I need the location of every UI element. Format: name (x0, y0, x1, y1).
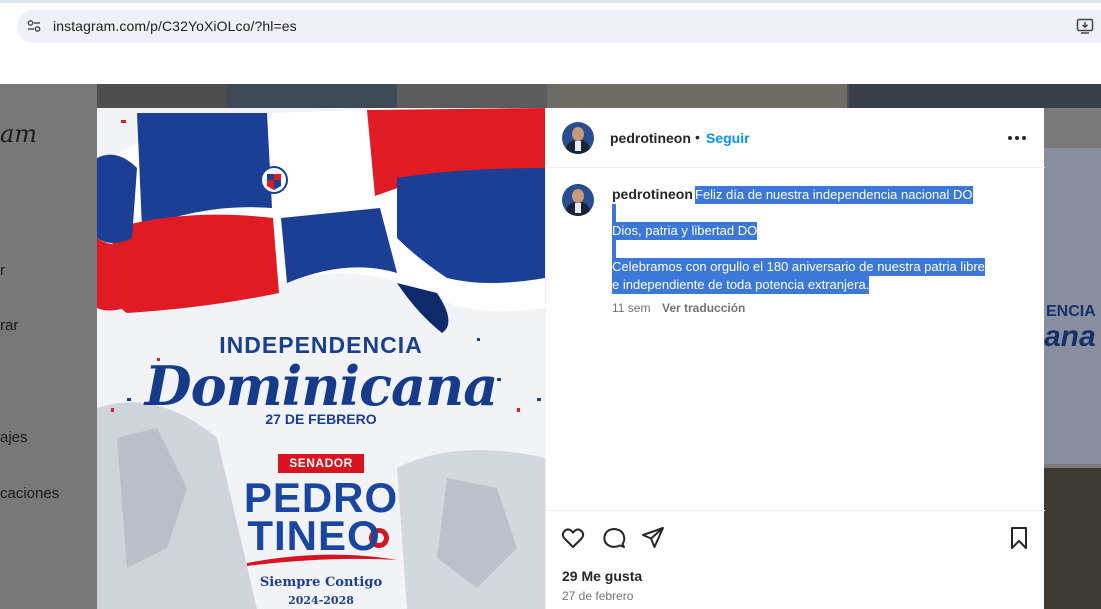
background-thumbnail (849, 84, 1101, 108)
background-sidebar: am r rar ajes caciones (0, 84, 97, 609)
install-app-icon[interactable] (1076, 17, 1094, 35)
separator-dot: • (695, 129, 700, 145)
poster-years: 2024-2028 (288, 594, 354, 607)
url-text[interactable]: instagram.com/p/C32YoXiOLco/?hl=es (53, 18, 297, 34)
post-modal: INDEPENDENCIA Dominicana 27 DE FEBRERO S… (97, 108, 1045, 609)
background-thumbnail (227, 84, 397, 108)
background-nav-item: ajes (0, 429, 28, 446)
likes-count[interactable]: 29 Me gusta (562, 568, 642, 584)
caption-avatar[interactable] (562, 184, 594, 216)
see-translation-link[interactable]: Ver traducción (662, 301, 745, 315)
follow-button[interactable]: Seguir (706, 130, 750, 146)
post-username-link[interactable]: pedrotineon (610, 130, 691, 146)
comment-icon[interactable] (601, 525, 627, 551)
poster-date: 27 DE FEBRERO (265, 411, 377, 427)
post-image[interactable]: INDEPENDENCIA Dominicana 27 DE FEBRERO S… (97, 108, 545, 609)
caption-line: Feliz día de nuestra independencia nacio… (695, 186, 973, 204)
bookmark-icon[interactable] (1006, 525, 1032, 551)
background-nav-item: rar (0, 317, 19, 334)
background-thumbnail (547, 84, 847, 108)
address-bar[interactable]: instagram.com/p/C32YoXiOLco/?hl=es (17, 10, 1101, 43)
background-image-strip (97, 84, 1101, 108)
poster-script-title: Dominicana (144, 354, 498, 418)
background-thumbnail-text: ENCIA (1046, 303, 1096, 320)
background-nav-item: r (0, 262, 5, 279)
poster-slogan: Siempre Contigo (259, 575, 383, 590)
caption-timestamp[interactable]: 11 sem (612, 301, 650, 315)
selection-highlight (612, 240, 616, 258)
more-horizontal-icon[interactable] (1007, 135, 1027, 141)
share-icon[interactable] (640, 525, 666, 551)
background-thumbnail (397, 84, 547, 108)
heart-icon[interactable] (560, 525, 586, 551)
caption-username-link[interactable]: pedrotineon (612, 186, 693, 202)
site-settings-icon[interactable] (27, 19, 41, 33)
caption-line: e independiente de toda potencia extranj… (612, 276, 870, 294)
background-thumbnail: ENCIA ana (1044, 148, 1101, 464)
instagram-logo: am (0, 120, 38, 148)
browser-toolbar: instagram.com/p/C32YoXiOLco/?hl=es (0, 0, 1101, 54)
poster-name-last: TINEO (247, 512, 381, 559)
post-actions: 29 Me gusta 27 de febrero (546, 510, 1045, 609)
avatar[interactable] (562, 122, 594, 154)
background-right-column: ENCIA ana (1044, 108, 1101, 609)
tab-strip-edge (0, 0, 1101, 3)
poster-badge: SENADOR (278, 454, 364, 473)
post-details-panel: pedrotineon • Seguir pedrotineon Feliz d… (545, 108, 1045, 609)
post-header: pedrotineon • Seguir (546, 108, 1045, 168)
background-thumbnail (1044, 468, 1101, 609)
caption-line: Celebramos con orgullo el 180 aniversari… (612, 258, 985, 276)
background-nav-item: caciones (0, 485, 60, 502)
caption-line: Dios, patria y libertad DO (612, 222, 758, 240)
post-date[interactable]: 27 de febrero (562, 589, 633, 603)
background-thumbnail-text: ana (1044, 320, 1096, 353)
selection-highlight (612, 204, 616, 222)
